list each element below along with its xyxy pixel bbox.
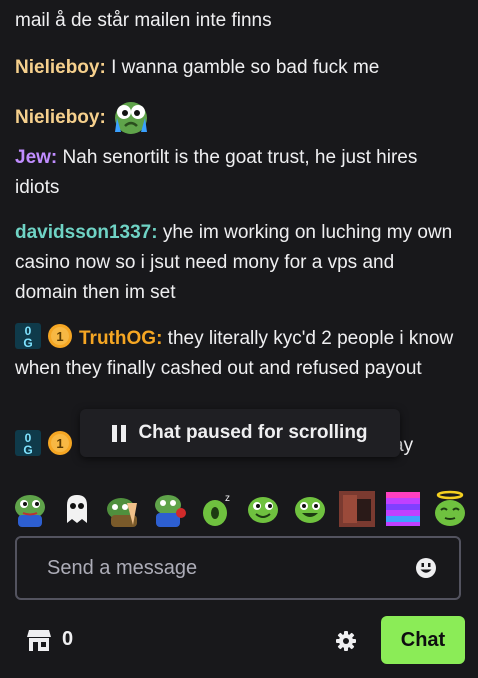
username[interactable]: Nielieboy: <box>15 57 106 78</box>
chat-messages: mail å de står mailen inte finns Nielieb… <box>0 0 478 475</box>
svg-text:1: 1 <box>56 436 63 451</box>
channel-points-count: 0 <box>62 628 74 650</box>
ghost-emote[interactable] <box>57 489 97 529</box>
chat-send-button[interactable]: Chat <box>381 616 465 664</box>
username[interactable]: Jew: <box>15 147 57 168</box>
chat-paused-banner[interactable]: Chat paused for scrolling <box>80 409 400 457</box>
pixel-grid-emote[interactable] <box>383 489 423 529</box>
praying-pepe-emote[interactable] <box>103 489 143 529</box>
angel-frog-emote[interactable] <box>430 489 470 529</box>
username[interactable]: TruthOG: <box>79 328 162 349</box>
gear-icon[interactable] <box>335 630 357 652</box>
svg-text:G: G <box>23 336 32 349</box>
chat-footer: 0 Chat <box>0 615 478 665</box>
pause-icon <box>112 424 127 442</box>
og-badge-icon[interactable]: 0 G <box>15 323 41 349</box>
chat-message: Jew: Nah senortilt is the goat trust, he… <box>15 143 460 203</box>
chat-message: 0 G 1 TruthOG: they literally kyc'd 2 pe… <box>15 323 460 384</box>
pepe-emote[interactable] <box>10 489 50 529</box>
svg-text:z: z <box>225 493 230 504</box>
pause-label: Chat paused for scrolling <box>138 422 368 443</box>
emote-bar: z <box>10 488 470 530</box>
username[interactable]: davidsson1337: <box>15 222 158 243</box>
sleepy-frog-emote[interactable]: z <box>197 489 237 529</box>
grinning-frog-emote[interactable] <box>290 489 330 529</box>
rose-pepe-emote[interactable] <box>150 489 190 529</box>
gold-1-badge-icon[interactable]: 1 <box>47 323 73 349</box>
happy-frog-emote[interactable] <box>243 489 283 529</box>
crying-pepe-emote[interactable] <box>111 98 151 138</box>
emoji-picker-icon[interactable] <box>415 557 437 579</box>
gold-1-badge-icon[interactable]: 1 <box>47 430 73 456</box>
chat-input[interactable] <box>17 555 415 581</box>
message-text: I wanna gamble so bad fuck me <box>105 57 380 78</box>
svg-text:1: 1 <box>56 329 63 344</box>
message-text: mail å de står mailen inte finns <box>15 10 272 31</box>
chat-message: mail å de står mailen inte finns <box>15 6 460 36</box>
photo-emote[interactable] <box>337 489 377 529</box>
svg-text:G: G <box>23 443 32 456</box>
chat-message: Nielieboy: I wanna gamble so bad fuck me <box>15 53 460 83</box>
chat-input-box <box>15 536 461 600</box>
chat-message: davidsson1337: yhe im working on luching… <box>15 218 460 308</box>
username[interactable]: Nielieboy: <box>15 107 106 128</box>
og-badge-icon[interactable]: 0 G <box>15 430 41 456</box>
message-text: Nah senortilt is the goat trust, he just… <box>15 147 418 198</box>
chat-message: Nielieboy: <box>15 98 460 138</box>
store-icon[interactable] <box>26 627 52 653</box>
